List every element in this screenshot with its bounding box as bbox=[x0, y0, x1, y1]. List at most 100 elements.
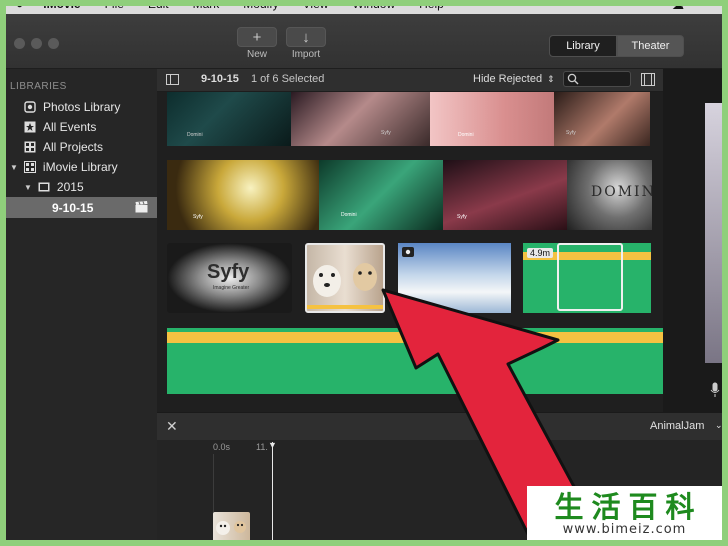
menu-app-name[interactable]: iMovie bbox=[35, 0, 92, 10]
playhead-handle-icon: ▼ bbox=[268, 440, 277, 450]
zoom-window-button[interactable] bbox=[48, 38, 59, 49]
event-title: 9-10-15 bbox=[201, 73, 239, 85]
clip-thumbnail[interactable]: Domini bbox=[167, 92, 291, 146]
viewer-preview bbox=[705, 103, 728, 363]
close-icon[interactable]: ✕ bbox=[166, 418, 178, 435]
sidebar-item-label: All Events bbox=[43, 120, 97, 134]
viewer-panel bbox=[663, 69, 728, 412]
timeline-header: ✕ AnimalJam ⌄ bbox=[157, 412, 728, 441]
clip-tiny-label: Domini bbox=[187, 132, 203, 138]
menu-view[interactable]: View bbox=[291, 0, 341, 10]
project-name: AnimalJam bbox=[650, 420, 705, 432]
menu-modify[interactable]: Modify bbox=[231, 0, 290, 10]
clip-thumbnail[interactable]: Syfy bbox=[443, 160, 567, 230]
grid-icon bbox=[24, 141, 36, 153]
dog-photo-icon bbox=[216, 521, 246, 535]
filmstrip-view-icon[interactable] bbox=[641, 73, 655, 89]
clip-tiny-label: Syfy bbox=[193, 214, 203, 220]
clip-thumbnail[interactable] bbox=[398, 243, 511, 313]
hide-rejected-dropdown[interactable]: Hide Rejected ⇕ bbox=[473, 73, 555, 85]
sidebar-item-all-events[interactable]: All Events bbox=[0, 117, 157, 137]
clip-tiny-label: Syfy bbox=[381, 130, 391, 136]
import-arrow-icon: ↓ bbox=[302, 28, 310, 46]
watermark-url: www.bimeiz.com bbox=[562, 521, 687, 537]
watermark-char: 生 bbox=[554, 489, 584, 524]
import-label: Import bbox=[291, 49, 321, 60]
search-field[interactable] bbox=[563, 71, 631, 87]
libraries-sidebar: LIBRARIES Photos Library All Events All … bbox=[0, 69, 157, 546]
sidebar-item-2015[interactable]: ▼ 2015 bbox=[0, 177, 157, 197]
sidebar-item-photos-library[interactable]: Photos Library bbox=[0, 97, 157, 117]
watermark-char: 百 bbox=[628, 489, 658, 524]
menu-help[interactable]: Help bbox=[407, 0, 456, 10]
search-icon bbox=[567, 73, 579, 88]
menu-file[interactable]: File bbox=[93, 0, 136, 10]
clip-audio-long[interactable] bbox=[167, 328, 663, 394]
clapper-icon bbox=[135, 201, 148, 216]
clip-tiny-label: Domini bbox=[341, 212, 357, 218]
plus-icon: + bbox=[252, 28, 262, 46]
menu-bar: ● iMovie File Edit Mark Modify View Wind… bbox=[0, 0, 728, 14]
updown-chevron-icon: ⇕ bbox=[547, 74, 555, 84]
sidebar-toggle-icon[interactable] bbox=[166, 74, 179, 88]
clip-thumbnail[interactable]: Domini bbox=[430, 92, 554, 146]
star-icon bbox=[24, 121, 36, 133]
clip-subtitle-text: Imagine Greater bbox=[213, 285, 250, 291]
duration-badge: 4.9m bbox=[527, 248, 554, 258]
sidebar-item-label: 2015 bbox=[56, 180, 84, 194]
libraries-header: LIBRARIES bbox=[10, 81, 67, 92]
apple-menu-icon[interactable]: ● bbox=[0, 0, 35, 10]
disclosure-triangle-icon[interactable]: ▼ bbox=[24, 183, 32, 192]
sidebar-item-label: 9-10-15 bbox=[52, 200, 94, 215]
sidebar-item-9-10-15[interactable]: 9-10-15 bbox=[0, 197, 157, 218]
disclosure-triangle-icon[interactable]: ▼ bbox=[10, 163, 18, 172]
camera-badge-icon bbox=[402, 247, 414, 257]
menu-mark[interactable]: Mark bbox=[181, 0, 232, 10]
chevron-down-icon[interactable]: ⌄ bbox=[715, 420, 723, 431]
dog-photo-icon bbox=[307, 263, 383, 309]
clip-tiny-label: Syfy bbox=[566, 130, 576, 136]
event-browser: Domini Syfy Domini Syfy Syfy Domini Syfy… bbox=[157, 92, 663, 412]
film-icon bbox=[38, 181, 50, 193]
theater-tab[interactable]: Theater bbox=[617, 35, 684, 57]
close-window-button[interactable] bbox=[14, 38, 25, 49]
grid-icon bbox=[23, 161, 36, 173]
cloud-status-icon[interactable]: ☁ bbox=[672, 0, 684, 12]
clip-thumbnail[interactable]: Syfy Imagine Greater bbox=[167, 243, 292, 313]
microphone-icon[interactable] bbox=[710, 382, 720, 403]
clip-thumbnail-selected[interactable] bbox=[305, 243, 385, 313]
clip-thumbnail[interactable]: Syfy bbox=[554, 92, 650, 146]
clip-tiny-label: Domini bbox=[458, 132, 474, 138]
time-ruler-label: 11. bbox=[256, 442, 268, 452]
clip-title-text: DOMINI bbox=[591, 184, 652, 200]
sidebar-item-label: Photos Library bbox=[43, 100, 121, 114]
sidebar-item-imovie-library[interactable]: ▼ iMovie Library bbox=[0, 157, 157, 177]
window-toolbar: + New ↓ Import Library Theater bbox=[0, 14, 728, 69]
camera-icon bbox=[24, 101, 36, 113]
clip-thumbnail[interactable]: Syfy bbox=[291, 92, 430, 146]
clip-thumbnail[interactable]: Domini bbox=[319, 160, 443, 230]
clip-thumbnail[interactable]: DOMINI bbox=[567, 160, 652, 230]
playhead[interactable] bbox=[272, 442, 273, 546]
library-tab[interactable]: Library bbox=[549, 35, 617, 57]
sidebar-item-all-projects[interactable]: All Projects bbox=[0, 137, 157, 157]
sidebar-item-label: iMovie Library bbox=[42, 160, 118, 174]
browser-header: 9-10-15 1 of 6 Selected Hide Rejected ⇕ bbox=[157, 69, 663, 92]
new-label: New bbox=[246, 49, 267, 60]
clip-range-selection[interactable] bbox=[557, 243, 623, 311]
clip-title-text: Syfy bbox=[207, 261, 250, 283]
watermark-char: 科 bbox=[665, 489, 695, 524]
timeline-clip[interactable] bbox=[213, 512, 250, 546]
clip-yellow-bar bbox=[167, 332, 663, 343]
import-button[interactable]: ↓ bbox=[286, 27, 326, 47]
new-button[interactable]: + bbox=[237, 27, 277, 47]
menu-window[interactable]: Window bbox=[340, 0, 407, 10]
time-ruler-label: 0.0s bbox=[213, 442, 231, 452]
menu-edit[interactable]: Edit bbox=[136, 0, 181, 10]
watermark-chars: 生 活 百 科 bbox=[554, 492, 694, 522]
clip-thumbnail[interactable]: Syfy bbox=[167, 160, 319, 230]
watermark-char: 活 bbox=[591, 489, 621, 524]
sidebar-item-label: All Projects bbox=[43, 140, 104, 154]
minimize-window-button[interactable] bbox=[31, 38, 42, 49]
clip-audio-green[interactable]: 4.9m bbox=[523, 243, 651, 313]
